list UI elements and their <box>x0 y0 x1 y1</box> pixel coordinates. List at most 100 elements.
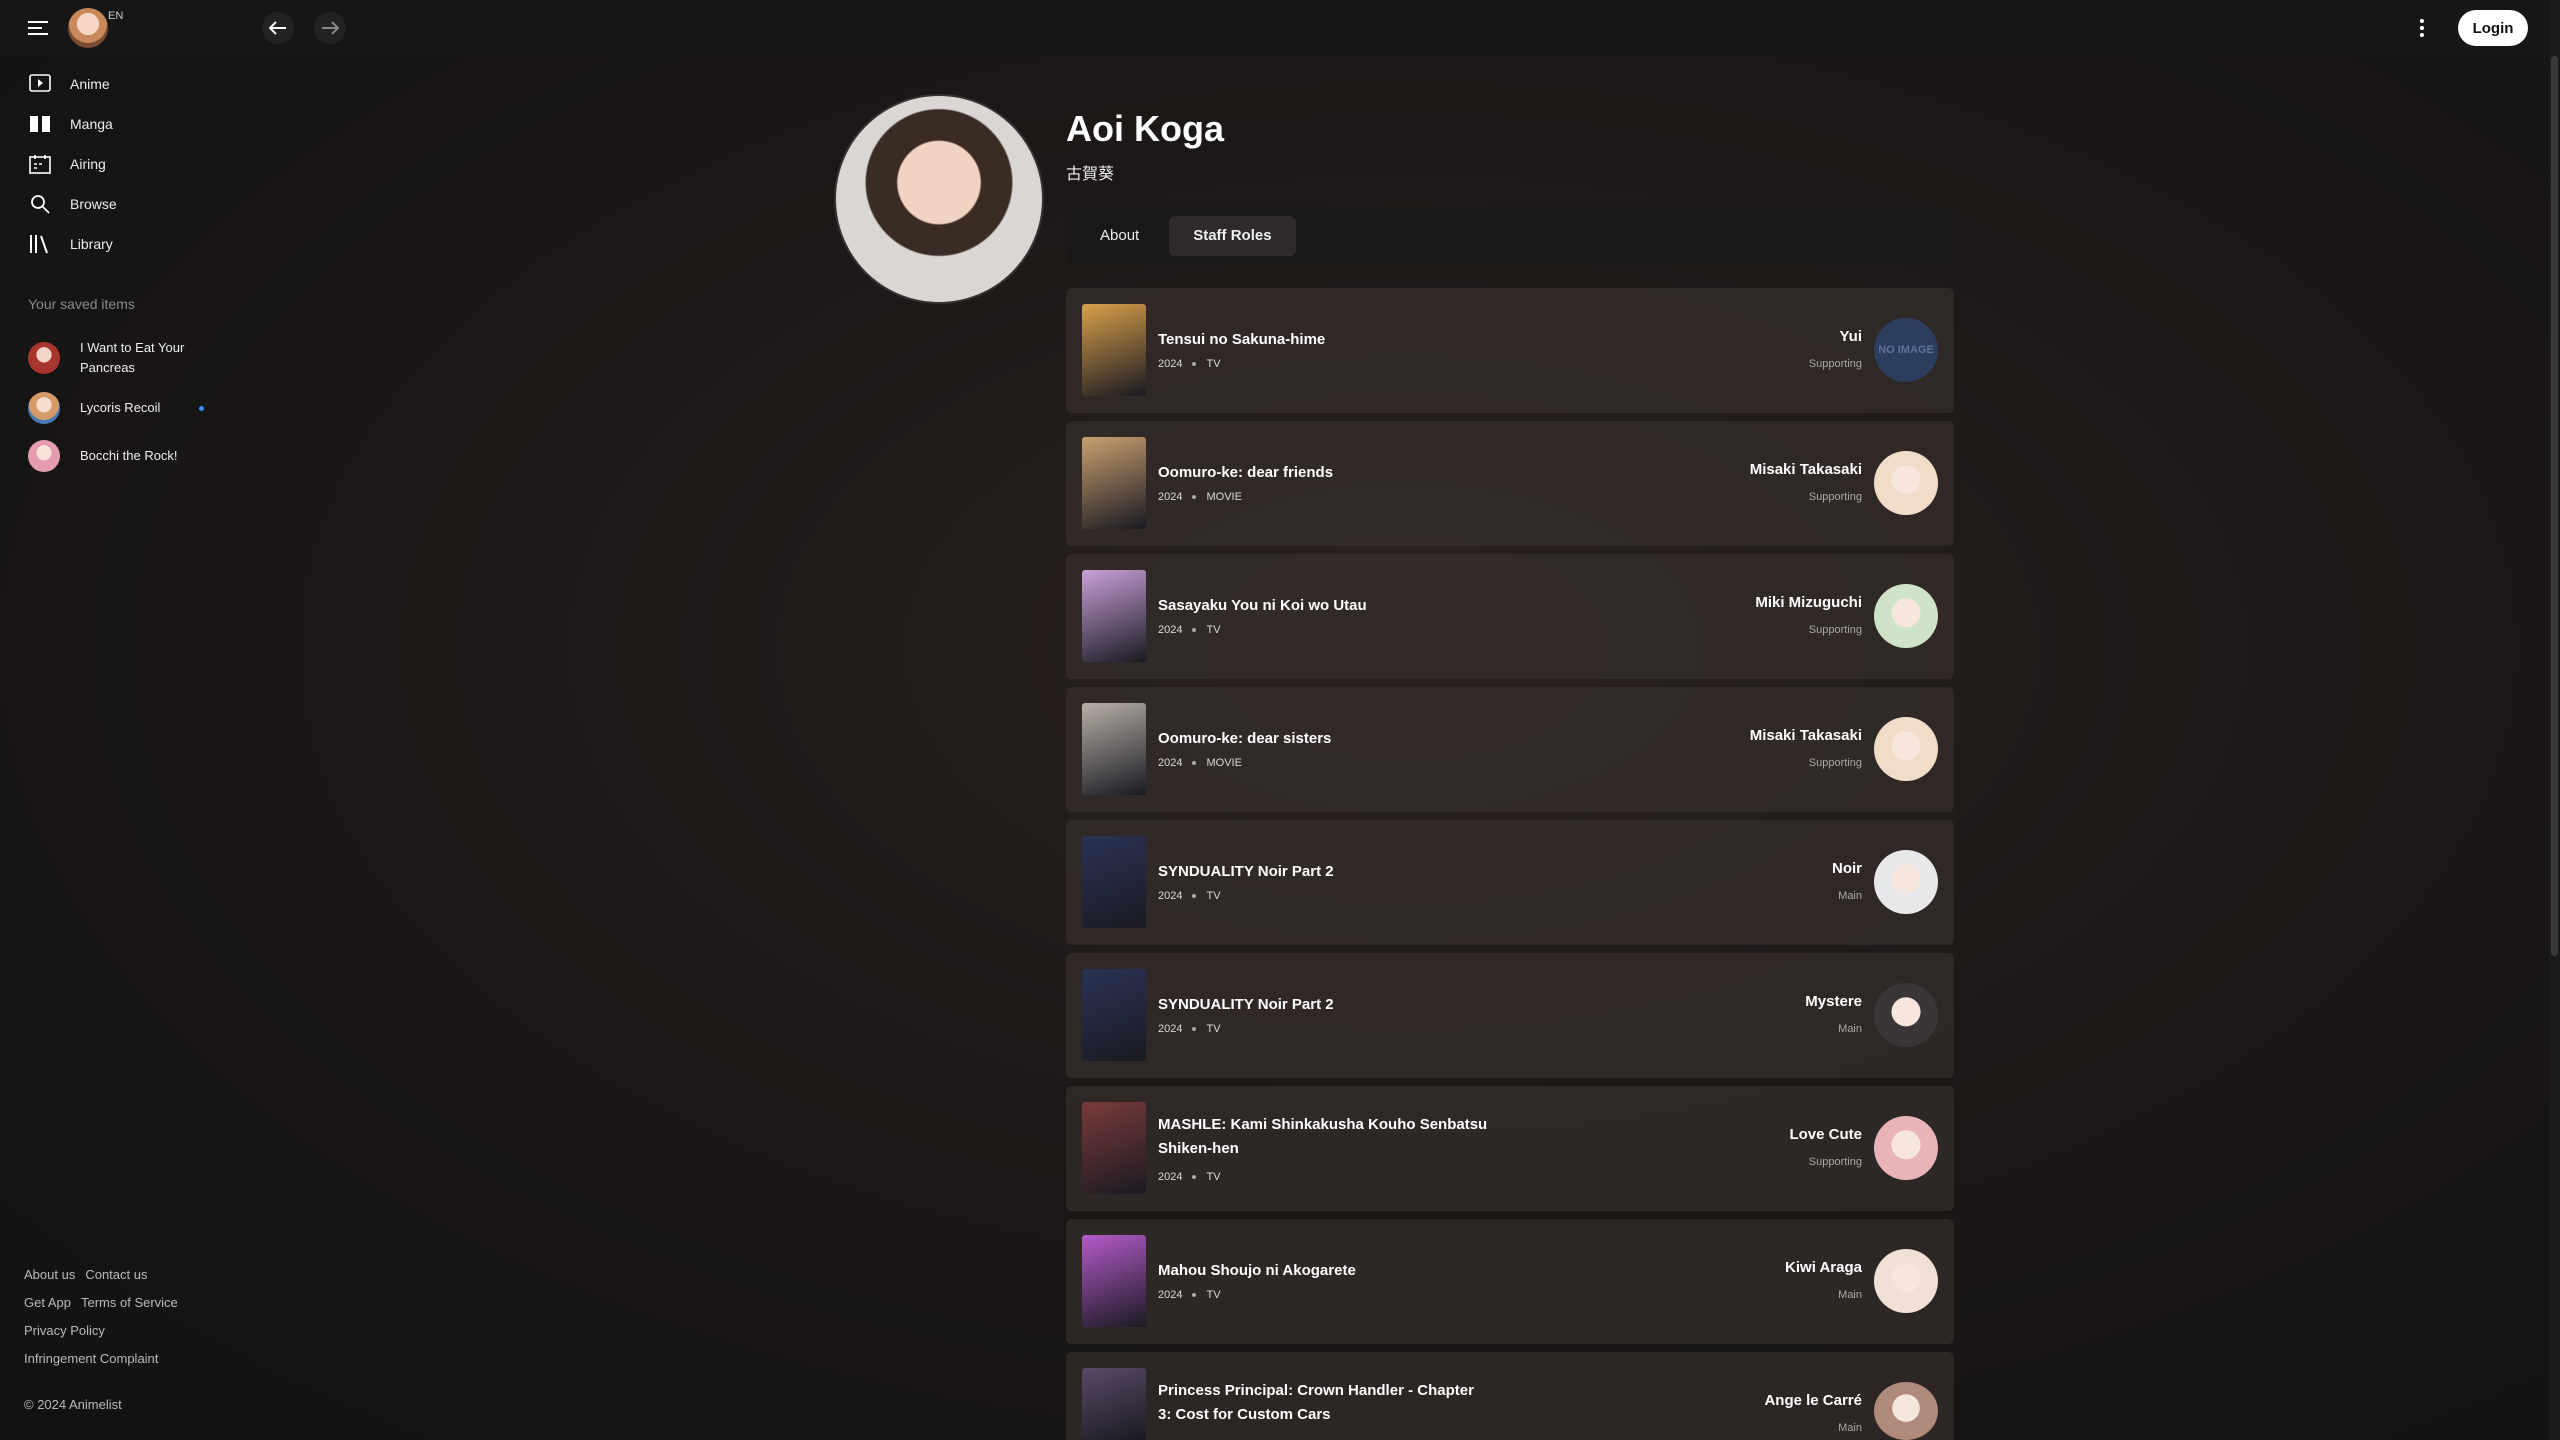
character-image[interactable] <box>1874 850 1938 914</box>
character-image[interactable]: NO IMAGE <box>1874 318 1938 382</box>
role-card[interactable]: Oomuro-ke: dear friends 2024 MOVIE Misaki… <box>1066 421 1954 546</box>
character-image[interactable] <box>1874 983 1938 1047</box>
separator-dot <box>1192 628 1197 632</box>
sidebar-item-airing[interactable]: Airing <box>28 148 208 180</box>
character-image[interactable] <box>1874 1249 1938 1313</box>
anime-title[interactable]: MASHLE: Kami Shinkakusha Kouho Senbatsu … <box>1158 1113 1488 1161</box>
page-title: Aoi Koga <box>1066 108 1224 149</box>
anime-year: 2024 <box>1158 1023 1183 1035</box>
character-name[interactable]: Yui <box>1839 328 1862 345</box>
anime-title[interactable]: Princess Principal: Crown Handler - Chap… <box>1158 1379 1488 1427</box>
saved-item-label: Lycoris Recoil <box>80 400 161 416</box>
privacy-link[interactable]: Privacy Policy <box>24 1323 105 1338</box>
character-name[interactable]: Misaki Takasaki <box>1750 727 1862 744</box>
copyright: © 2024 Animelist <box>24 1397 122 1412</box>
anime-cover[interactable] <box>1082 1368 1146 1440</box>
role-card[interactable]: Mahou Shoujo ni Akogarete 2024 TV Kiwi Ar… <box>1066 1219 1954 1344</box>
anime-cover[interactable] <box>1082 969 1146 1061</box>
contact-link[interactable]: Contact us <box>85 1267 147 1282</box>
logo[interactable] <box>68 8 108 48</box>
avatar <box>28 341 60 374</box>
sidebar-item-label: Library <box>70 236 113 252</box>
forward-arrow-icon[interactable] <box>314 12 346 44</box>
character-role: Supporting <box>1808 358 1862 370</box>
login-button[interactable]: Login <box>2458 10 2528 46</box>
infringement-link[interactable]: Infringement Complaint <box>24 1351 158 1366</box>
sidebar-item-anime[interactable]: Anime <box>28 68 208 100</box>
sidebar-item-label: Browse <box>70 196 117 212</box>
character-image[interactable] <box>1874 584 1938 648</box>
sidebar-item-browse[interactable]: Browse <box>28 188 208 220</box>
tab-about[interactable]: About <box>1076 216 1163 256</box>
get-app-link[interactable]: Get App <box>24 1295 71 1310</box>
character-image[interactable] <box>1874 717 1938 781</box>
anime-format: TV <box>1206 1289 1221 1301</box>
sidebar-item-library[interactable]: Library <box>28 228 208 260</box>
saved-item[interactable]: I Want to Eat Your Pancreas <box>28 338 218 377</box>
character-role: Main <box>1838 1023 1862 1035</box>
separator-dot <box>1192 1293 1197 1297</box>
anime-meta: 2024 MOVIE <box>1158 757 1242 769</box>
anime-year: 2024 <box>1158 1171 1183 1183</box>
anime-cover[interactable] <box>1082 703 1146 795</box>
terms-link[interactable]: Terms of Service <box>81 1295 178 1310</box>
saved-item-label: Bocchi the Rock! <box>80 448 178 464</box>
more-options-icon[interactable] <box>2410 12 2434 44</box>
anime-format: TV <box>1206 890 1221 902</box>
character-image[interactable] <box>1874 1382 1938 1440</box>
character-name[interactable]: Misaki Takasaki <box>1750 461 1862 478</box>
saved-item[interactable]: Lycoris Recoil <box>28 392 218 424</box>
anime-meta: 2024 TV <box>1158 890 1221 902</box>
saved-item-label: I Want to Eat Your Pancreas <box>80 340 185 375</box>
role-card[interactable]: Oomuro-ke: dear sisters 2024 MOVIE Misaki… <box>1066 687 1954 812</box>
profile-image <box>834 94 1044 304</box>
anime-title[interactable]: Oomuro-ke: dear friends <box>1158 461 1488 485</box>
anime-format: TV <box>1206 358 1221 370</box>
anime-cover[interactable] <box>1082 570 1146 662</box>
character-name[interactable]: Miki Mizuguchi <box>1755 594 1862 611</box>
role-card[interactable]: Sasayaku You ni Koi wo Utau 2024 TV Miki … <box>1066 554 1954 679</box>
library-icon <box>28 232 52 256</box>
anime-title[interactable]: SYNDUALITY Noir Part 2 <box>1158 860 1488 884</box>
anime-format: MOVIE <box>1206 491 1242 503</box>
anime-meta: 2024 TV <box>1158 1171 1221 1183</box>
about-link[interactable]: About us <box>24 1267 75 1282</box>
back-arrow-icon[interactable] <box>262 12 294 44</box>
calendar-icon <box>28 152 52 176</box>
tab-staff-roles[interactable]: Staff Roles <box>1169 215 1296 256</box>
anime-meta: 2024 MOVIE <box>1158 491 1242 503</box>
character-name[interactable]: Kiwi Araga <box>1785 1259 1862 1276</box>
sidebar-item-manga[interactable]: Manga <box>28 108 208 140</box>
anime-title[interactable]: Tensui no Sakuna-hime <box>1158 328 1488 352</box>
anime-year: 2024 <box>1158 358 1183 370</box>
character-image[interactable] <box>1874 1116 1938 1180</box>
character-image[interactable] <box>1874 451 1938 515</box>
anime-title[interactable]: Sasayaku You ni Koi wo Utau <box>1158 594 1488 618</box>
anime-cover[interactable] <box>1082 437 1146 529</box>
anime-year: 2024 <box>1158 1289 1183 1301</box>
character-name[interactable]: Mystere <box>1805 993 1862 1010</box>
anime-cover[interactable] <box>1082 1235 1146 1327</box>
sidebar-item-label: Anime <box>70 76 110 92</box>
footer-links: About us Contact us Get App Terms of Ser… <box>24 1260 178 1372</box>
menu-icon[interactable] <box>24 14 54 42</box>
anime-cover[interactable] <box>1082 836 1146 928</box>
anime-title[interactable]: Mahou Shoujo ni Akogarete <box>1158 1259 1488 1283</box>
anime-title[interactable]: Oomuro-ke: dear sisters <box>1158 727 1488 751</box>
saved-item[interactable]: Bocchi the Rock! <box>28 440 218 472</box>
anime-cover[interactable] <box>1082 304 1146 396</box>
anime-cover[interactable] <box>1082 1102 1146 1194</box>
role-card[interactable]: SYNDUALITY Noir Part 2 2024 TV Noir Main <box>1066 820 1954 945</box>
top-bar: EN Login <box>0 0 2560 56</box>
language-label[interactable]: EN <box>108 10 123 22</box>
character-name[interactable]: Ange le Carré <box>1764 1392 1862 1409</box>
character-name[interactable]: Love Cute <box>1789 1126 1862 1143</box>
anime-meta: 2024 TV <box>1158 624 1221 636</box>
scrollbar-thumb[interactable] <box>2551 56 2558 956</box>
role-card[interactable]: Princess Principal: Crown Handler - Chap… <box>1066 1352 1954 1440</box>
character-name[interactable]: Noir <box>1832 860 1862 877</box>
anime-title[interactable]: SYNDUALITY Noir Part 2 <box>1158 993 1488 1017</box>
role-card[interactable]: SYNDUALITY Noir Part 2 2024 TV Mystere Ma… <box>1066 953 1954 1078</box>
role-card[interactable]: Tensui no Sakuna-hime 2024 TV Yui Support… <box>1066 288 1954 413</box>
role-card[interactable]: MASHLE: Kami Shinkakusha Kouho Senbatsu … <box>1066 1086 1954 1211</box>
